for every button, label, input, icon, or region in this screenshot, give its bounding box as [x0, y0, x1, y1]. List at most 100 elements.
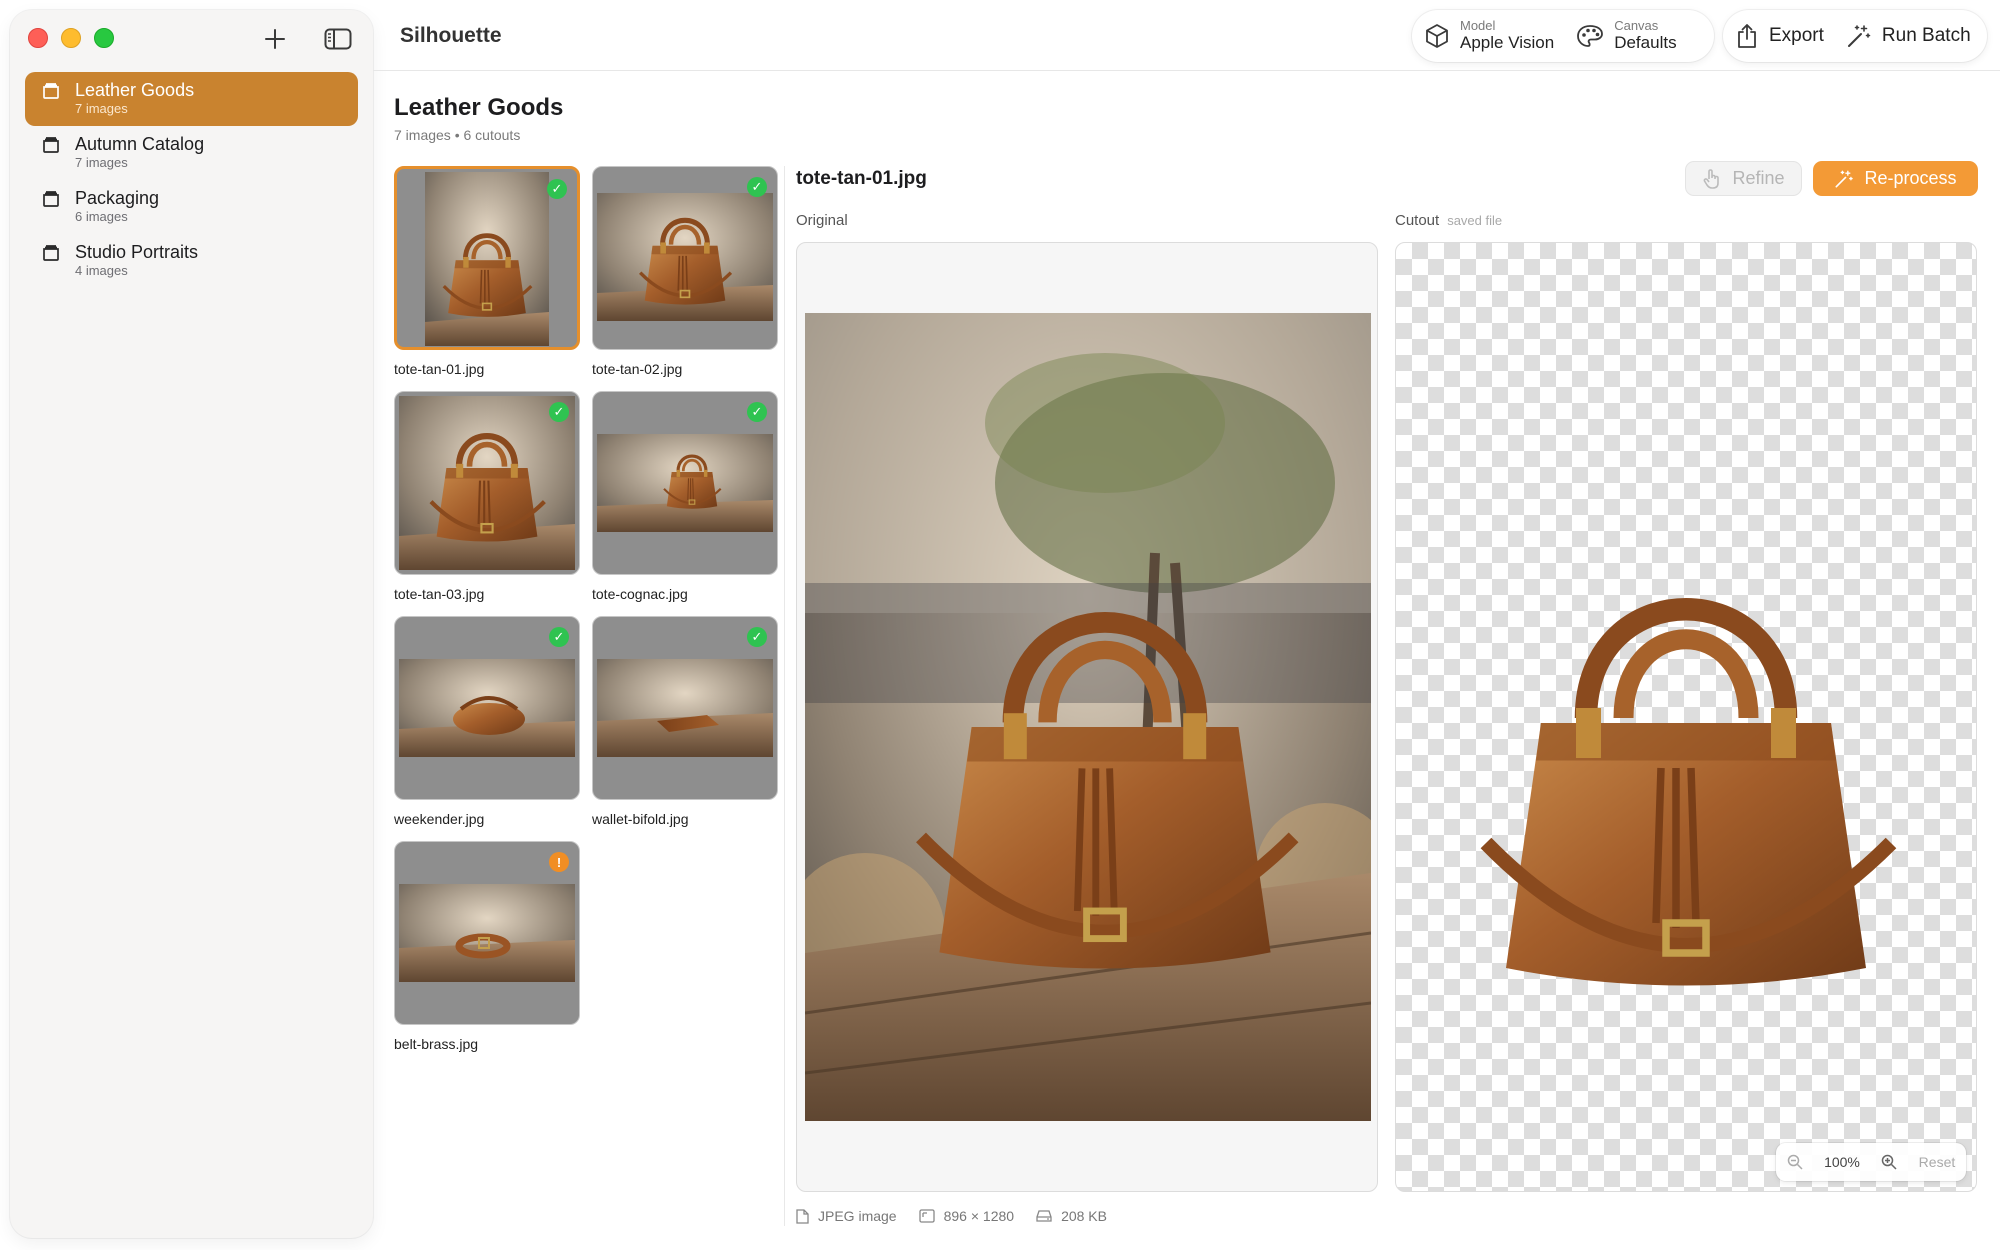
toggle-sidebar-button[interactable] [321, 24, 355, 54]
sidebar-item-label: Packaging [75, 188, 160, 208]
file-size: 208 KB [1036, 1208, 1107, 1224]
zoom-level: 100% [1824, 1154, 1860, 1170]
settings-pill: Model Apple Vision Canvas Defaults [1412, 10, 1714, 62]
file-name: tote-cognac.jpg [592, 586, 688, 602]
thumbnail-tile[interactable]: ✓ weekender.jpg [394, 616, 580, 827]
image-count: 7 images [394, 127, 451, 143]
model-label: Model [1460, 18, 1496, 33]
export-button[interactable]: Export [1735, 23, 1824, 49]
zoom-control: 100% Reset [1776, 1143, 1966, 1181]
thumbnail: ✓ [592, 616, 778, 800]
app-title: Silhouette [400, 24, 502, 47]
magic-wand-icon [1847, 25, 1871, 47]
cutout-pane-label: Cutout [1395, 212, 1440, 229]
toolbar-divider [373, 70, 2000, 71]
dimensions-icon [918, 1209, 935, 1223]
plus-icon [265, 29, 285, 49]
file-size-label: 208 KB [1061, 1208, 1107, 1224]
canvas-value: Defaults [1614, 33, 1677, 52]
thumbnail-tile[interactable]: ✓ wallet-bifold.jpg [592, 616, 778, 827]
sidebar-item-label: Autumn Catalog [75, 134, 205, 154]
original-pane-label: Original [796, 212, 848, 229]
file-name: wallet-bifold.jpg [592, 811, 689, 827]
tray-icon [43, 137, 59, 153]
model-value: Apple Vision [1460, 33, 1555, 52]
cutout-pane-header: Cutout saved file [1395, 212, 1502, 229]
sidebar-item-label: Studio Portraits [75, 242, 199, 262]
disk-icon [1036, 1210, 1052, 1222]
thumbnail-tile[interactable]: ✓ tote-tan-01.jpg [394, 166, 580, 377]
reprocess-button[interactable]: Re-process [1813, 161, 1978, 196]
sidebar-item-autumn-catalog[interactable]: Autumn Catalog 7 images [25, 126, 358, 180]
thumbnail-image [399, 396, 575, 570]
file-name: belt-brass.jpg [394, 1036, 479, 1052]
checkmark-icon: ✓ [747, 177, 767, 197]
sidebar: Leather Goods 7 images Autumn Catalog 7 … [10, 10, 373, 1238]
original-photo [805, 313, 1371, 1121]
thumbnail: ✓ [394, 166, 580, 350]
file-name: tote-tan-02.jpg [592, 361, 683, 377]
warning-icon: ! [549, 852, 569, 872]
thumbnail: ✓ [592, 166, 778, 350]
model-selector[interactable]: Model Apple Vision [1424, 19, 1554, 53]
file-name: tote-tan-01.jpg [394, 361, 485, 377]
minimize-window-button[interactable] [61, 28, 81, 48]
checkmark-icon: ✓ [549, 402, 569, 422]
window-controls [28, 28, 114, 48]
sidebar-item-count: 7 images [75, 155, 128, 170]
export-label: Export [1769, 25, 1824, 46]
thumbnail-image [425, 172, 549, 346]
thumbnail: ✓ [592, 391, 778, 575]
app-window: Leather Goods 7 images Autumn Catalog 7 … [0, 0, 2000, 1250]
original-image-pane[interactable] [796, 242, 1378, 1192]
sidebar-item-studio-portraits[interactable]: Studio Portraits 4 images [25, 234, 358, 288]
refine-button[interactable]: Refine [1685, 161, 1802, 196]
tray-icon [43, 191, 59, 207]
file-type-label: JPEG image [818, 1208, 897, 1224]
zoom-out-icon[interactable] [1787, 1154, 1803, 1170]
column-divider [784, 166, 785, 1226]
checkmark-icon: ✓ [547, 179, 567, 199]
actions-pill: Export Run Batch [1723, 10, 1987, 62]
share-icon [1738, 24, 1756, 48]
thumbnail-tile[interactable]: ✓ tote-cognac.jpg [592, 391, 778, 602]
run-batch-button[interactable]: Run Batch [1846, 23, 1971, 49]
file-name: weekender.jpg [394, 811, 485, 827]
zoom-in-icon[interactable] [1881, 1154, 1897, 1170]
thumbnail-tile[interactable]: ! belt-brass.jpg [394, 841, 580, 1052]
cutout-note: saved file [1447, 213, 1503, 228]
collection-title: Leather Goods [394, 94, 564, 121]
canvas-selector[interactable]: Canvas Defaults [1576, 19, 1677, 53]
zoom-window-button[interactable] [94, 28, 114, 48]
checkmark-icon: ✓ [747, 402, 767, 422]
thumbnail: ✓ [394, 391, 580, 575]
add-collection-button[interactable] [258, 24, 292, 54]
run-batch-label: Run Batch [1881, 25, 1971, 46]
file-dimensions-label: 896 × 1280 [943, 1208, 1015, 1224]
thumbnail: ✓ [394, 616, 580, 800]
file-info-bar: JPEG image 896 × 1280 208 KB [796, 1208, 1107, 1224]
thumbnail-image [597, 659, 773, 757]
sidebar-item-count: 7 images [75, 101, 128, 116]
checkmark-icon: ✓ [747, 627, 767, 647]
thumbnail-image [399, 884, 575, 982]
cutout-image-pane[interactable]: 100% Reset [1395, 242, 1977, 1192]
thumbnail: ! [394, 841, 580, 1025]
cube-icon [1426, 24, 1448, 48]
file-type: JPEG image [796, 1208, 897, 1224]
palette-icon [1577, 25, 1604, 47]
magic-wand-icon [1835, 170, 1854, 188]
refine-label: Refine [1732, 168, 1785, 188]
sidebar-item-packaging[interactable]: Packaging 6 images [25, 180, 358, 234]
collection-list: Leather Goods 7 images Autumn Catalog 7 … [25, 72, 358, 288]
zoom-reset-button[interactable]: Reset [1919, 1154, 1956, 1170]
sidebar-item-leather-goods[interactable]: Leather Goods 7 images [25, 72, 358, 126]
sidebar-item-label: Leather Goods [75, 80, 195, 100]
tray-icon [43, 245, 59, 261]
thumbnail-tile[interactable]: ✓ tote-tan-02.jpg [592, 166, 778, 377]
close-window-button[interactable] [28, 28, 48, 48]
collection-summary: 7 images6 cutouts [394, 127, 520, 143]
thumbnail-tile[interactable]: ✓ tote-tan-03.jpg [394, 391, 580, 602]
file-name: tote-tan-03.jpg [394, 586, 485, 602]
file-dimensions: 896 × 1280 [918, 1208, 1015, 1224]
